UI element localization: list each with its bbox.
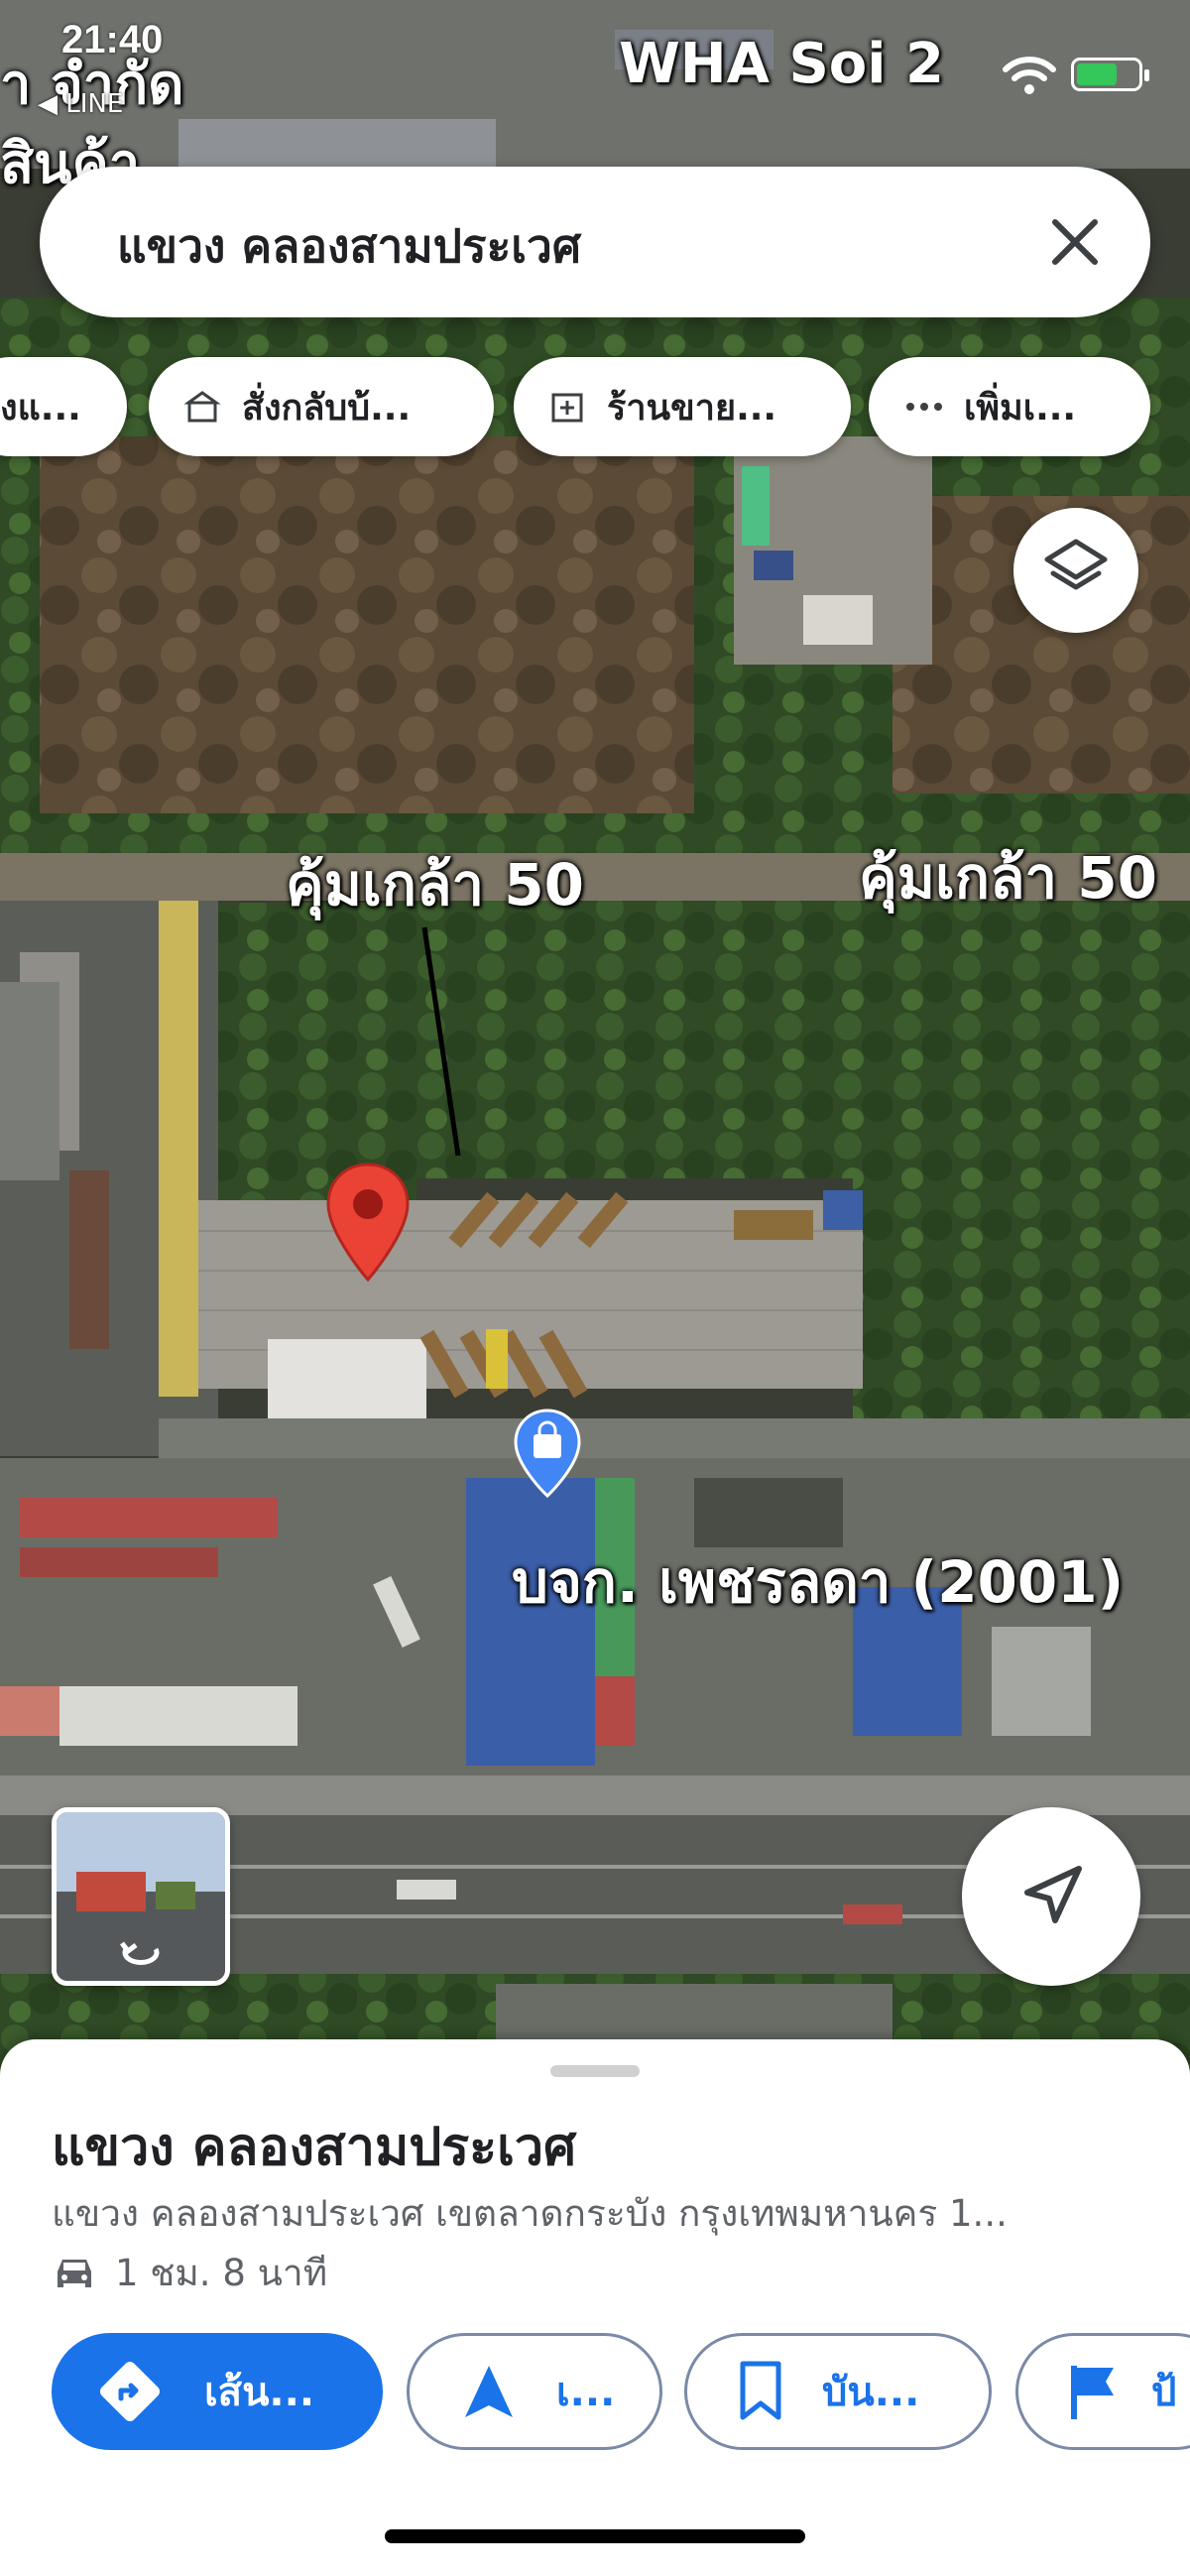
shopping-bag-pin-icon[interactable]: [514, 1409, 581, 1498]
chip-label: ร้านขาย...: [607, 387, 777, 429]
navigation-arrow-icon: [465, 2366, 513, 2417]
save-button[interactable]: บัน...: [684, 2333, 992, 2450]
place-title: แขวง คลองสามประเวศ: [52, 2118, 577, 2177]
street-view-image: [57, 1812, 225, 1981]
bookmark-icon: [740, 2361, 781, 2420]
label-text: ป้: [1151, 2370, 1177, 2415]
travel-time: 1 ชม. 8 นาที: [115, 2252, 328, 2294]
search-bar[interactable]: แขวง คลองสามประเวศ: [40, 167, 1150, 317]
street-view-thumbnail[interactable]: [52, 1807, 230, 1986]
category-chip-more[interactable]: เพิ่มเ...: [869, 357, 1150, 456]
status-bar: 21:40 ◀ LINE WHA Soi 2: [0, 0, 1190, 119]
flag-icon: [1071, 2366, 1114, 2419]
status-location-text: WHA Soi 2: [619, 32, 944, 96]
road-label-right: คุ้มเกล้า 50: [859, 844, 1157, 912]
directions-button[interactable]: เส้น...: [52, 2333, 383, 2450]
business-label[interactable]: บจก. เพชรลดา (2001): [512, 1535, 1124, 1628]
road-label-left: คุ้มเกล้า 50: [286, 851, 584, 919]
travel-time-row: 1 ชม. 8 นาที: [52, 2244, 327, 2302]
layers-icon: [1044, 539, 1108, 590]
back-to-app-link[interactable]: ◀ LINE: [38, 89, 123, 119]
directions-icon: [99, 2361, 161, 2422]
place-address: แขวง คลองสามประเวศ เขตลาดกระบัง กรุงเทพม…: [52, 2192, 1008, 2235]
car-icon: [58, 2259, 91, 2287]
category-chip-takeout[interactable]: สั่งกลับบ้...: [149, 357, 494, 456]
place-bottom-sheet[interactable]: แขวง คลองสามประเวศ แขวง คลองสามประเวศ เข…: [0, 2039, 1190, 2576]
category-chip-1[interactable]: งแ...: [0, 357, 127, 456]
drag-handle[interactable]: [550, 2065, 640, 2077]
label-button[interactable]: ป้: [1015, 2333, 1190, 2450]
chip-label: สั่งกลับบ้...: [242, 387, 412, 429]
wifi-icon: [1003, 57, 1056, 94]
battery-icon: [1071, 58, 1149, 91]
layers-button[interactable]: [1013, 508, 1138, 633]
start-label: เ...: [556, 2370, 616, 2415]
chip-label: งแ...: [0, 387, 81, 429]
more-dots-icon: [906, 403, 942, 411]
start-button[interactable]: เ...: [407, 2333, 662, 2450]
pharmacy-icon: [551, 393, 583, 423]
close-icon[interactable]: [1039, 206, 1111, 278]
navigation-arrow-icon: [1024, 1866, 1082, 1923]
chip-label: เพิ่มเ...: [964, 387, 1077, 429]
my-location-button[interactable]: [962, 1807, 1140, 1986]
search-query[interactable]: แขวง คลองสามประเวศ: [117, 210, 581, 283]
home-indicator[interactable]: [385, 2529, 805, 2543]
status-time: 21:40: [61, 18, 164, 61]
location-pin-icon[interactable]: [325, 1163, 411, 1282]
takeout-box-icon: [183, 391, 221, 423]
directions-label: เส้น...: [204, 2370, 315, 2415]
category-chip-pharmacy[interactable]: ร้านขาย...: [514, 357, 851, 456]
save-label: บัน...: [822, 2370, 920, 2415]
